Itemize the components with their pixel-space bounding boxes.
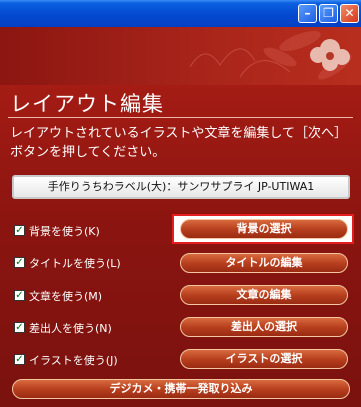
close-icon[interactable]: ✕	[340, 4, 359, 23]
text-checkbox-label[interactable]: 文章を使う(M)	[29, 288, 102, 304]
select-sender-button[interactable]: 差出人の選択	[180, 317, 348, 337]
minimize-icon[interactable]: –	[298, 4, 317, 23]
restore-icon[interactable]: ❐	[319, 4, 338, 23]
header-banner	[0, 27, 361, 85]
illustration-checkbox[interactable]: ✓	[14, 354, 25, 365]
title-checkbox-label[interactable]: タイトルを使う(L)	[29, 255, 121, 271]
camera-phone-import-button[interactable]: デジカメ・携帯一発取り込み	[12, 379, 350, 399]
sender-checkbox-label[interactable]: 差出人を使う(N)	[29, 320, 112, 336]
select-background-button[interactable]: 背景の選択	[180, 219, 348, 239]
text-checkbox[interactable]: ✓	[14, 290, 25, 301]
label-info-box: 手作りうちわラベル(大)：サンワサプライ JP-UTIWA1	[12, 175, 350, 199]
divider	[8, 117, 353, 118]
floral-decoration-icon	[189, 31, 352, 80]
edit-title-button[interactable]: タイトルの編集	[180, 253, 348, 273]
background-checkbox[interactable]: ✓	[14, 225, 25, 236]
select-illustration-button[interactable]: イラストの選択	[180, 349, 348, 369]
title-checkbox[interactable]: ✓	[14, 257, 25, 268]
instruction-text: レイアウトされているイラストや文章を編集して［次へ］ボタンを押してください。	[10, 126, 347, 160]
page-title: レイアウト編集	[10, 92, 164, 116]
sender-checkbox[interactable]: ✓	[14, 322, 25, 333]
illustration-checkbox-label[interactable]: イラストを使う(J)	[29, 352, 118, 368]
edit-text-button[interactable]: 文章の編集	[180, 285, 348, 305]
background-checkbox-label[interactable]: 背景を使う(K)	[29, 223, 100, 239]
window-titlebar: – ❐ ✕	[0, 0, 361, 27]
